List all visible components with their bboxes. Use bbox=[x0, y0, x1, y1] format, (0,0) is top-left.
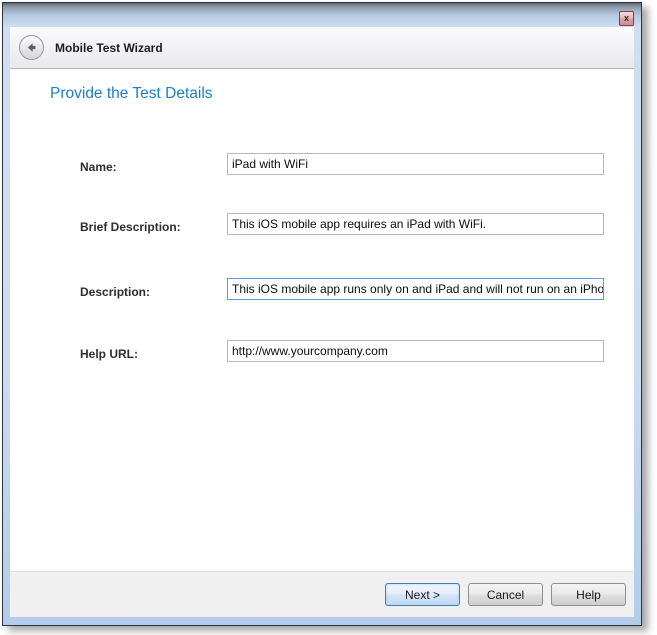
name-label: Name: bbox=[80, 160, 117, 174]
form-row-name: Name: bbox=[10, 153, 634, 177]
back-arrow-icon bbox=[24, 40, 39, 55]
window-title: Mobile Test Wizard bbox=[55, 41, 163, 55]
close-button[interactable]: x bbox=[619, 11, 634, 26]
brief-description-label: Brief Description: bbox=[80, 220, 181, 234]
help-button[interactable]: Help bbox=[551, 583, 626, 606]
help-url-label: Help URL: bbox=[80, 347, 138, 361]
wizard-panel: Mobile Test Wizard Provide the Test Deta… bbox=[10, 27, 634, 617]
brief-description-input[interactable] bbox=[227, 213, 604, 235]
wizard-window: x Mobile Test Wizard Provide the Test De… bbox=[2, 2, 642, 626]
description-text: This iOS mobile app runs only on and iPa… bbox=[232, 282, 604, 296]
cancel-button[interactable]: Cancel bbox=[468, 583, 543, 606]
page-title: Provide the Test Details bbox=[50, 85, 213, 103]
wizard-footer: Next > Cancel Help bbox=[10, 571, 634, 617]
description-label: Description: bbox=[80, 285, 150, 299]
name-input[interactable] bbox=[227, 153, 604, 175]
back-button[interactable] bbox=[19, 35, 44, 60]
form-row-brief-description: Brief Description: bbox=[10, 213, 634, 237]
help-url-input[interactable] bbox=[227, 340, 604, 362]
screenshot-root: x Mobile Test Wizard Provide the Test De… bbox=[0, 0, 657, 635]
wizard-content: Provide the Test Details Name: Brief Des… bbox=[10, 69, 634, 571]
description-input[interactable]: This iOS mobile app runs only on and iPa… bbox=[227, 278, 604, 300]
wizard-header: Mobile Test Wizard bbox=[10, 27, 634, 69]
form-row-description: Description: This iOS mobile app runs on… bbox=[10, 278, 634, 302]
next-button[interactable]: Next > bbox=[385, 583, 460, 606]
close-icon: x bbox=[624, 13, 629, 23]
form-row-help-url: Help URL: bbox=[10, 340, 634, 364]
